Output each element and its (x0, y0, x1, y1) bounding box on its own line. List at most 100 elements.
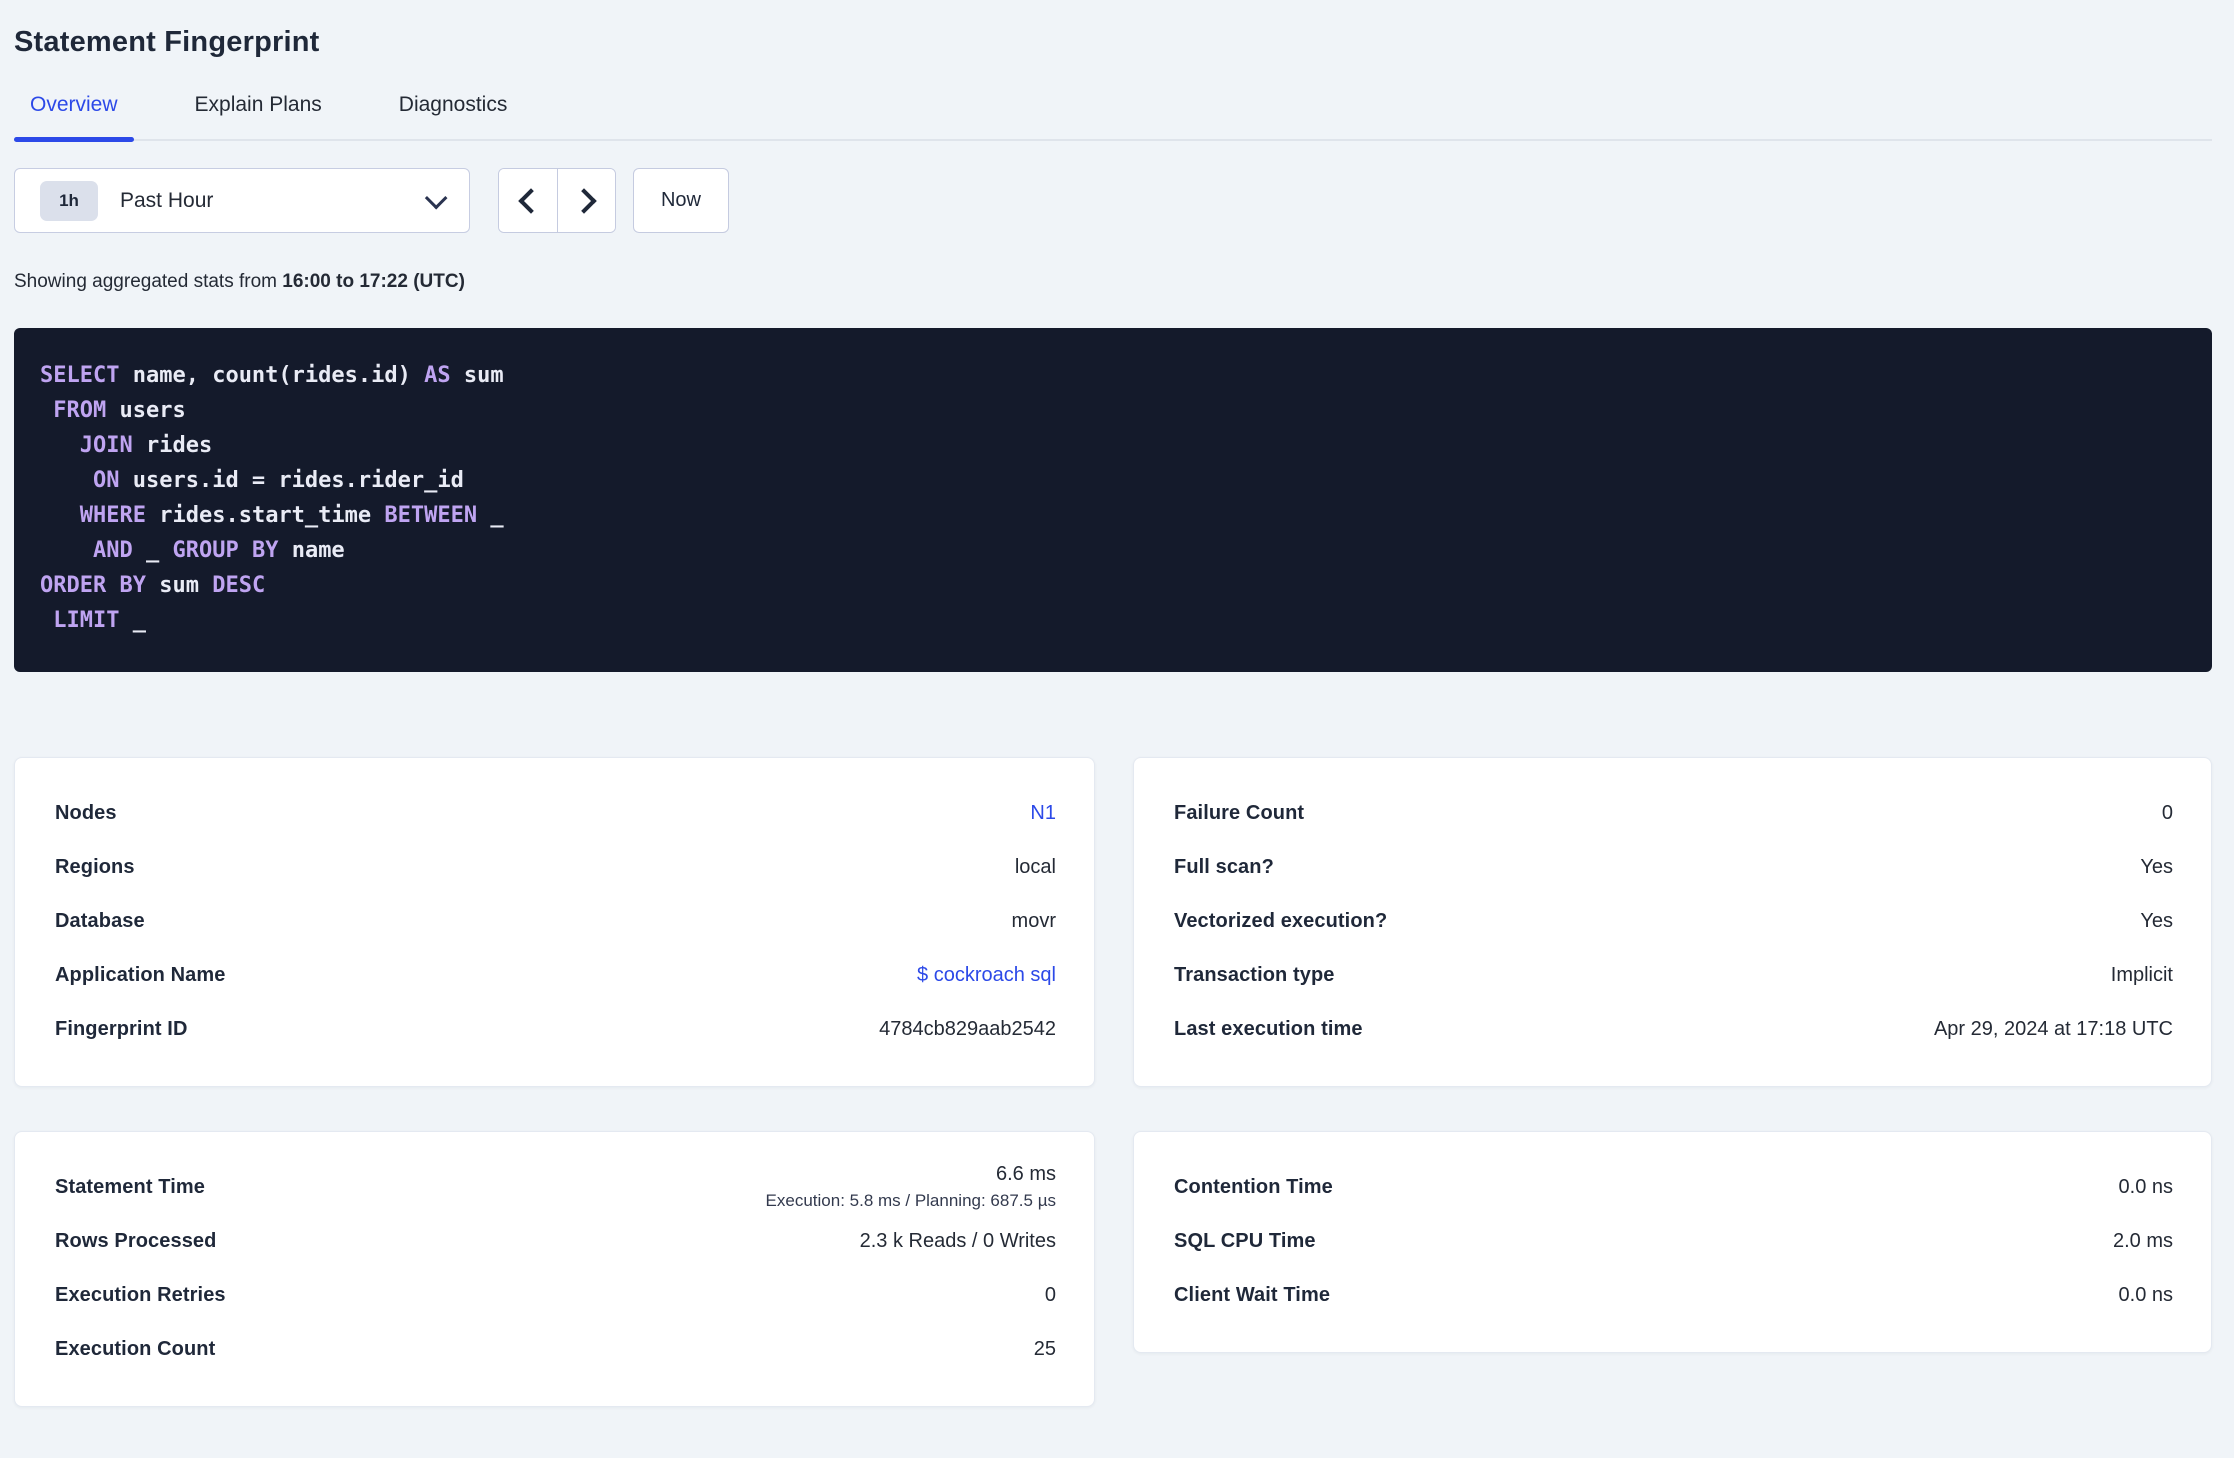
info-row: Fingerprint ID 4784cb829aab2542 (55, 1002, 1056, 1056)
info-row: Last execution time Apr 29, 2024 at 17:18… (1174, 1002, 2173, 1056)
row-value: Implicit (2110, 963, 2173, 986)
row-value-group: Yes (2140, 910, 2173, 933)
tab-overview[interactable]: Overview (14, 93, 134, 142)
tab-bar: Overview Explain Plans Diagnostics (14, 93, 2212, 142)
info-row: Execution Retries 0 (55, 1268, 1056, 1322)
row-value: local (1014, 855, 1056, 878)
card-timing-left: Statement Time 6.6 ms Execution: 5.8 ms / … (14, 1131, 1095, 1407)
tab-diagnostics[interactable]: Diagnostics (383, 93, 524, 139)
row-value-group: $ cockroach sql (917, 964, 1056, 987)
row-label: SQL CPU Time (1174, 1229, 1316, 1252)
info-row: Full scan? Yes (1174, 840, 2173, 894)
row-value: 0 (1044, 1283, 1056, 1306)
sql-statement-box: SELECT name, count(rides.id) AS sum FROM… (14, 328, 2212, 672)
row-value-group: local (1015, 856, 1056, 879)
stats-line-range: 16:00 to 17:22 (UTC) (282, 271, 465, 292)
row-label: Client Wait Time (1174, 1283, 1331, 1306)
row-value-group: Apr 29, 2024 at 17:18 UTC (1934, 1018, 2173, 1041)
info-row: SQL CPU Time 2.0 ms (1174, 1214, 2173, 1268)
chevron-right-icon (570, 187, 597, 214)
row-value-group: 0 (2162, 802, 2173, 825)
row-value-group: Yes (2140, 856, 2173, 879)
row-value: 2.3 k Reads / 0 Writes (859, 1229, 1056, 1252)
row-value: Yes (2140, 855, 2173, 878)
card-overview-left: Nodes N1 Regions local Database movr Applicati… (14, 757, 1095, 1087)
previous-range-button[interactable] (499, 169, 557, 232)
time-controls: 1h Past Hour Now (14, 168, 2212, 233)
info-row: Application Name $ cockroach sql (55, 948, 1056, 1002)
aggregated-stats-line: Showing aggregated stats from 16:00 to 1… (14, 271, 2212, 293)
sql-line: LIMIT _ (53, 608, 146, 633)
sql-line: ON users.id = rides.rider_id (92, 468, 464, 493)
row-value: 6.6 ms (995, 1163, 1056, 1185)
card-timing-right: Contention Time 0.0 ns SQL CPU Time 2.0 ms C… (1133, 1131, 2212, 1353)
row-value-group: N1 (1030, 802, 1056, 825)
info-row: Contention Time 0.0 ns (1174, 1160, 2173, 1214)
statement-fingerprint-page: Statement Fingerprint Overview Explain P… (0, 0, 2234, 1458)
now-button[interactable]: Now (633, 168, 729, 233)
row-label: Failure Count (1174, 801, 1305, 824)
row-value: 4784cb829aab2542 (879, 1017, 1056, 1040)
time-range-arrows (498, 168, 616, 233)
interval-badge: 1h (40, 180, 98, 221)
sql-line: SELECT name, count(rides.id) AS sum (40, 363, 504, 388)
sql-line: WHERE rides.start_time BETWEEN _ (79, 503, 504, 528)
time-range-dropdown[interactable]: 1h Past Hour (14, 168, 470, 233)
row-label: Contention Time (1174, 1175, 1333, 1198)
info-row: Rows Processed 2.3 k Reads / 0 Writes (55, 1214, 1056, 1268)
row-label: Fingerprint ID (55, 1017, 188, 1040)
info-row: Database movr (55, 894, 1056, 948)
row-value: 0.0 ns (2118, 1175, 2173, 1198)
info-row: Client Wait Time 0.0 ns (1174, 1268, 2173, 1322)
row-value: 2.0 ms (2112, 1229, 2173, 1252)
sql-line: FROM users (53, 398, 186, 423)
row-value-group: 25 (1034, 1338, 1056, 1361)
row-value-group: 0 (1045, 1284, 1056, 1307)
info-row: Failure Count 0 (1174, 786, 2173, 840)
tab-explain-plans[interactable]: Explain Plans (179, 93, 338, 139)
row-label: Rows Processed (55, 1229, 217, 1252)
time-range-label: Past Hour (120, 188, 214, 212)
info-row: Execution Count 25 (55, 1322, 1056, 1376)
next-range-button[interactable] (557, 169, 615, 232)
row-label: Regions (55, 855, 135, 878)
row-value: Apr 29, 2024 at 17:18 UTC (1933, 1017, 2173, 1040)
sql-line: ORDER BY sum DESC (40, 573, 266, 598)
row-value-group: 2.3 k Reads / 0 Writes (860, 1230, 1056, 1253)
info-row: Statement Time 6.6 ms Execution: 5.8 ms / … (55, 1160, 1056, 1214)
row-value-group: Implicit (2111, 964, 2173, 987)
chevron-left-icon (518, 187, 544, 214)
row-label: Execution Retries (55, 1283, 226, 1306)
stats-line-prefix: Showing aggregated stats from (14, 271, 283, 292)
row-value-group: 6.6 ms Execution: 5.8 ms / Planning: 687.… (766, 1163, 1056, 1211)
row-label: Nodes (55, 801, 117, 824)
row-value: 0.0 ns (2118, 1283, 2173, 1306)
page-title: Statement Fingerprint (14, 26, 320, 58)
row-value: movr (1011, 909, 1056, 932)
row-label: Database (55, 909, 145, 932)
row-label: Transaction type (1174, 963, 1335, 986)
row-value: 25 (1033, 1337, 1056, 1360)
row-label: Full scan? (1174, 855, 1274, 878)
row-label: Execution Count (55, 1337, 216, 1360)
row-value-link[interactable]: $ cockroach sql (917, 964, 1056, 986)
row-value-group: 0.0 ns (2119, 1284, 2173, 1307)
info-row: Nodes N1 (55, 786, 1056, 840)
row-sub-detail: Execution: 5.8 ms / Planning: 687.5 µs (765, 1191, 1056, 1210)
cards-grid: Nodes N1 Regions local Database movr Applicati… (14, 757, 2212, 1407)
card-overview-right: Failure Count 0 Full scan? Yes Vectorized ex… (1133, 757, 2212, 1087)
row-label: Application Name (55, 963, 226, 986)
row-label: Statement Time (55, 1175, 205, 1198)
row-value: 0 (2161, 801, 2173, 824)
row-value-group: 4784cb829aab2542 (879, 1018, 1056, 1041)
row-value-group: 0.0 ns (2119, 1176, 2173, 1199)
row-value-group: 2.0 ms (2113, 1230, 2173, 1253)
sql-line: AND _ GROUP BY name (92, 538, 345, 563)
row-value-group: movr (1012, 910, 1056, 933)
row-label: Vectorized execution? (1174, 909, 1388, 932)
row-value-link[interactable]: N1 (1030, 802, 1056, 824)
info-row: Transaction type Implicit (1174, 948, 2173, 1002)
sql-line: JOIN rides (79, 433, 213, 458)
row-label: Last execution time (1174, 1017, 1363, 1040)
row-value: Yes (2140, 909, 2173, 932)
